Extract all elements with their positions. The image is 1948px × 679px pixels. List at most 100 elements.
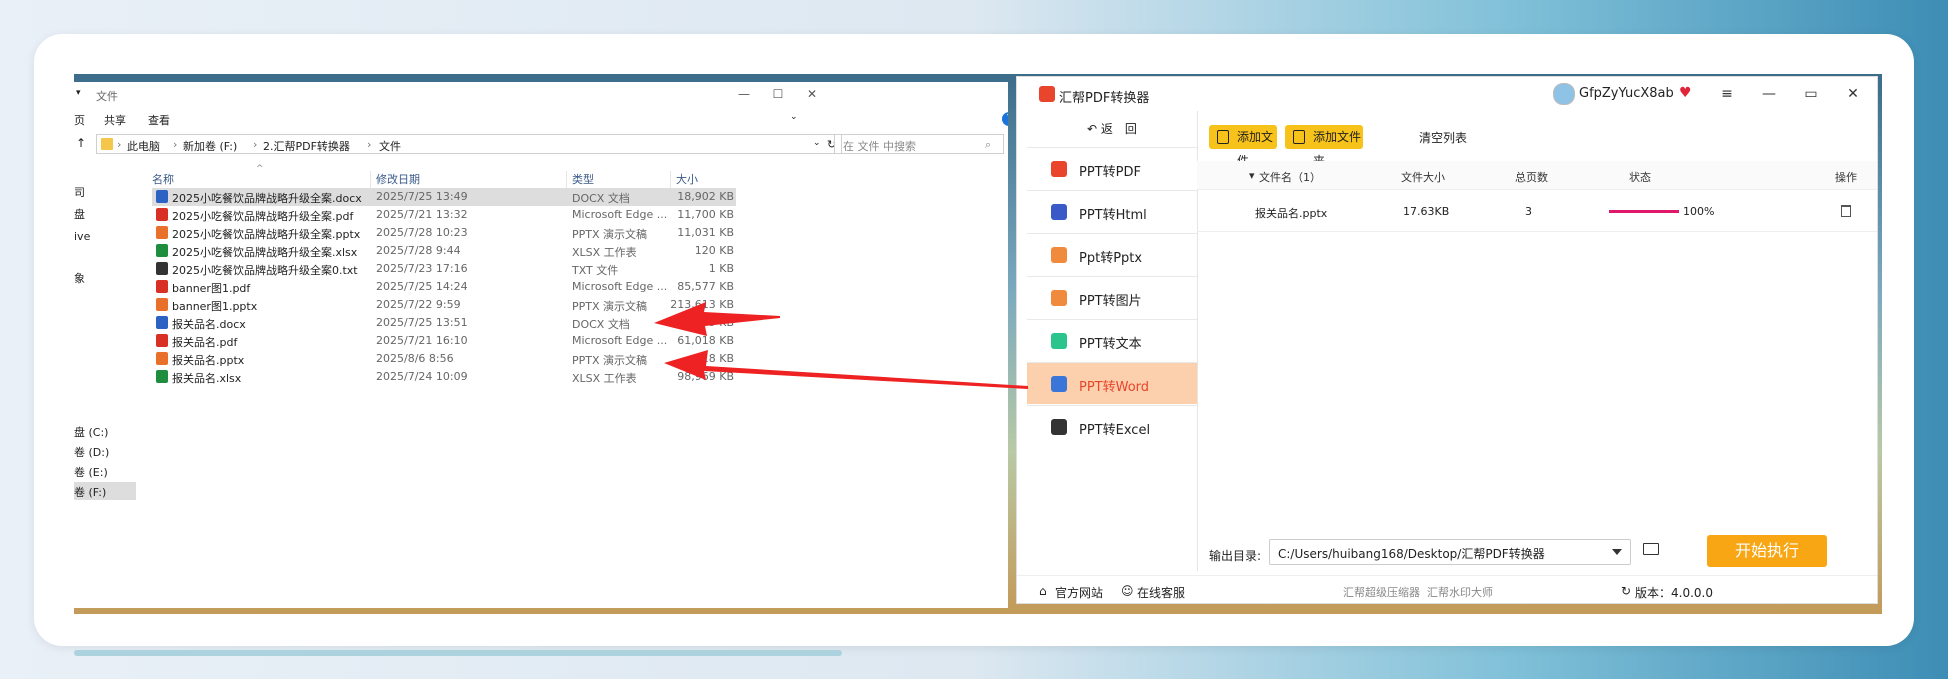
excel-icon (156, 244, 168, 257)
list-item[interactable]: 2025小吃餐饮品牌战略升级全案.pdf 2025/7/21 13:32 Micro… (152, 206, 736, 224)
sidebar-item-ppt转图片[interactable]: PPT转图片 (1027, 276, 1197, 318)
breadcrumb-folder[interactable]: 2.汇帮PDF转换器 (263, 138, 350, 154)
list-item[interactable]: 报关品名.pdf 2025/7/21 16:10 Microsoft Edge ..… (152, 332, 736, 350)
sidebar-item-ppt转pdf[interactable]: PPT转PDF (1027, 147, 1197, 189)
chevron-down-icon (1612, 549, 1622, 555)
ppt-icon (156, 352, 168, 365)
website-link[interactable]: 官方网站 (1055, 584, 1103, 601)
list-item[interactable]: 2025小吃餐饮品牌战略升级全案.docx 2025/7/25 13:49 DOCX… (152, 188, 736, 206)
refresh-icon: ↻ (1621, 584, 1632, 598)
nav-pane-item[interactable]: ive (74, 230, 90, 243)
excel-icon (156, 370, 168, 383)
ribbon-tab-page[interactable]: 页 (74, 112, 85, 128)
text-icon (1051, 333, 1067, 349)
username[interactable]: GfpZyYucX8ab (1579, 86, 1674, 101)
nav-pane-item[interactable]: 司 (74, 184, 85, 200)
breadcrumb[interactable]: › 此电脑 › 新加卷 (F:) › 2.汇帮PDF转换器 › 文件 ⌄ ↻ (96, 134, 842, 154)
table-row[interactable]: 报关品名.pptx 17.63KB 3 100% (1197, 191, 1877, 232)
ppt-icon (156, 226, 168, 239)
pptx-icon (1051, 247, 1067, 263)
list-item[interactable]: banner图1.pdf 2025/7/25 14:24 Microsoft Edg… (152, 278, 736, 296)
search-input[interactable]: 在 文件 中搜索 ⌕ (834, 134, 1004, 154)
app-logo-icon (1039, 86, 1055, 102)
pdf-icon (156, 208, 168, 221)
list-item[interactable]: 2025小吃餐饮品牌战略升级全案0.txt 2025/7/23 17:16 TXT … (152, 260, 736, 278)
nav-pane-drive-d[interactable]: 卷 (D:) (74, 444, 109, 460)
ribbon-collapse-icon[interactable]: ⌄ (790, 112, 798, 122)
file-explorer-window: ▾ 文件 — ☐ ✕ 页 共享 查看 ⌄ ? ↑ › 此电脑 › 新加卷 (F:… (74, 82, 1008, 608)
nav-pane-item[interactable]: 盘 (74, 206, 85, 222)
home-icon: ⌂ (1039, 584, 1047, 598)
nav-pane-drive-c[interactable]: 盘 (C:) (74, 424, 108, 440)
column-size[interactable]: 大小 (676, 171, 698, 187)
folder-icon (101, 138, 113, 150)
minimize-icon[interactable]: — (1759, 85, 1779, 103)
chevron-down-icon[interactable]: ⌄ (813, 138, 821, 148)
app-footer: ⌂ 官方网站 ☺ 在线客服 汇帮超级压缩器 汇帮水印大师 ↻ 版本：4.0.0.… (1017, 575, 1877, 603)
maximize-icon[interactable]: ☐ (768, 85, 788, 103)
output-dir-select[interactable]: C:/Users/huibang168/Desktop/汇帮PDF转换器 (1269, 539, 1631, 565)
nav-pane-item[interactable]: 象 (74, 270, 85, 286)
sidebar-item-ppt转文本[interactable]: PPT转文本 (1027, 319, 1197, 361)
sort-up-icon: ^ (256, 164, 264, 174)
explorer-titlebar: ▾ 文件 — ☐ ✕ (74, 82, 1008, 106)
compressor-link[interactable]: 汇帮超级压缩器 (1343, 584, 1420, 600)
back-button[interactable]: ↶ 返 回 (1027, 111, 1197, 147)
watermark-link[interactable]: 汇帮水印大师 (1427, 584, 1493, 600)
converter-app-window: 汇帮PDF转换器 GfpZyYucX8ab ♥ ≡ — ▭ ✕ ↶ 返 回 PP… (1016, 76, 1878, 604)
minimize-icon[interactable]: — (734, 85, 754, 103)
start-button[interactable]: 开始执行 (1707, 535, 1827, 567)
ribbon-tab-share[interactable]: 共享 (104, 112, 126, 128)
close-icon[interactable]: ✕ (802, 85, 822, 103)
column-name[interactable]: 名称 (152, 171, 174, 187)
list-item[interactable]: banner图1.pptx 2025/7/22 9:59 PPTX 演示文稿 213,… (152, 296, 736, 314)
explorer-title: 文件 (96, 90, 118, 103)
menu-icon[interactable]: ≡ (1717, 85, 1737, 103)
list-item[interactable]: 报关品名.pptx 2025/8/6 8:56 PPTX 演示文稿 18 KB (152, 350, 736, 368)
up-arrow-icon[interactable]: ↑ (76, 136, 86, 150)
explorer-address-bar: ↑ › 此电脑 › 新加卷 (F:) › 2.汇帮PDF转换器 › 文件 ⌄ ↻… (74, 134, 1008, 156)
progress-bar (1609, 210, 1679, 213)
list-item[interactable]: 2025小吃餐饮品牌战略升级全案.xlsx 2025/7/28 9:44 XLSX … (152, 242, 736, 260)
add-folder-icon (1293, 130, 1305, 144)
avatar[interactable] (1553, 83, 1575, 105)
column-type[interactable]: 类型 (572, 171, 594, 187)
excel-icon (1051, 419, 1067, 435)
ribbon-tab-view[interactable]: 查看 (148, 112, 170, 128)
pdf-icon (156, 334, 168, 347)
sidebar-item-ppt转html[interactable]: PPT转Html (1027, 190, 1197, 232)
online-service-link[interactable]: 在线客服 (1137, 584, 1185, 601)
add-file-icon (1217, 130, 1229, 144)
file-list-header: 名称 ^ 修改日期 类型 大小 (152, 164, 752, 189)
trash-icon[interactable] (1841, 205, 1851, 217)
row-filesize: 17.63KB (1403, 205, 1450, 218)
header-pages: 总页数 (1515, 171, 1548, 184)
clear-list-button[interactable]: 清空列表 (1419, 129, 1467, 146)
horizontal-scrollbar[interactable] (74, 650, 842, 656)
sidebar-item-ppt转word[interactable]: PPT转Word (1027, 362, 1197, 404)
chevron-down-icon[interactable]: ▾ (76, 88, 81, 98)
sort-down-icon[interactable]: ▾ (1249, 169, 1255, 182)
image-icon (1051, 290, 1067, 306)
add-file-button[interactable]: 添加文件 (1209, 125, 1277, 168)
list-item[interactable]: 2025小吃餐饮品牌战略升级全案.pptx 2025/7/28 10:23 PPTX… (152, 224, 736, 242)
open-folder-icon[interactable] (1643, 543, 1659, 555)
vip-heart-icon: ♥ (1679, 85, 1692, 101)
row-filename: 报关品名.pptx (1255, 207, 1328, 220)
nav-pane-drive-f[interactable]: 卷 (F:) (74, 482, 136, 500)
breadcrumb-drive[interactable]: 新加卷 (F:) (183, 138, 237, 154)
version-label: 版本：4.0.0.0 (1635, 586, 1713, 600)
sidebar-item-ppt转pptx[interactable]: Ppt转Pptx (1027, 233, 1197, 275)
pdf-icon (1051, 161, 1067, 177)
breadcrumb-current[interactable]: 文件 (379, 138, 401, 154)
add-folder-button[interactable]: 添加文件夹 (1285, 125, 1363, 168)
breadcrumb-this-pc[interactable]: 此电脑 (127, 138, 160, 154)
word-icon (156, 316, 168, 329)
list-item[interactable]: 报关品名.xlsx 2025/7/24 10:09 XLSX 工作表 98,969 K… (152, 368, 736, 386)
list-item[interactable]: 报关品名.docx 2025/7/25 13:51 DOCX 文档 9 KB (152, 314, 736, 332)
close-icon[interactable]: ✕ (1843, 85, 1863, 103)
column-date[interactable]: 修改日期 (376, 171, 420, 187)
nav-pane-drive-e[interactable]: 卷 (E:) (74, 464, 108, 480)
sidebar-item-ppt转excel[interactable]: PPT转Excel (1027, 405, 1197, 447)
maximize-icon[interactable]: ▭ (1801, 85, 1821, 103)
